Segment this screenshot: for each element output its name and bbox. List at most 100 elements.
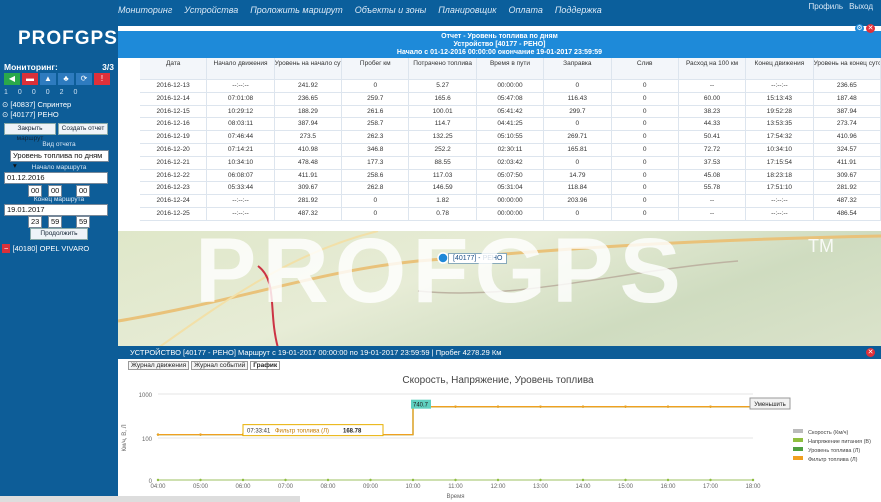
x-tick-label: 09:00 <box>363 484 379 490</box>
data-point <box>156 433 160 436</box>
table-cell: 258.6 <box>342 169 410 182</box>
data-point <box>156 478 160 482</box>
end-date-input[interactable]: 19.01.2017 <box>4 204 108 216</box>
profile-link[interactable]: Профиль <box>809 2 844 11</box>
chart-svg[interactable]: Скорость, Напряжение, Уровень топлива 100… <box>118 372 881 500</box>
table-cell: 0 <box>342 207 410 220</box>
menu-zones[interactable]: Объекты и зоны <box>355 5 427 15</box>
y-tick-label: 1000 <box>139 393 153 399</box>
legend-swatch <box>793 429 803 433</box>
data-point <box>199 478 202 482</box>
table-cell: 2016-12-24 <box>140 195 208 207</box>
table-cell: --:--:-- <box>746 80 814 92</box>
table-cell: 10:34:10 <box>746 143 814 156</box>
report-type-select[interactable]: Уровень топлива по дням ▾ <box>10 150 109 170</box>
table-cell: 0 <box>544 80 612 92</box>
fuel-chart[interactable]: Скорость, Напряжение, Уровень топлива 100… <box>118 372 881 502</box>
table-row: 2016-12-22 06:08:07 411.91 258.6 117.03 05:07… <box>140 169 881 183</box>
table-cell: 2016-12-13 <box>140 80 208 92</box>
left-panel: PROFGPS Мониторинг: 3/3 ◀ ▬ ▲ ♣ ⟳ ! 1 0 … <box>0 0 118 502</box>
table-cell: 236.65 <box>814 80 881 92</box>
column-header: Начало движения <box>207 58 275 79</box>
chart-title: Скорость, Напряжение, Уровень топлива <box>402 375 594 386</box>
vehicle-item-opel[interactable]: − [40180] OPEL VIVARO <box>2 244 89 253</box>
table-cell: 2016-12-15 <box>140 105 208 118</box>
close-chart-icon[interactable]: ✕ <box>866 348 875 357</box>
table-cell: 262.3 <box>342 131 410 143</box>
hide-route-button[interactable]: Закрыть маршрут <box>4 123 56 142</box>
table-cell: 410.96 <box>814 131 881 143</box>
menu-planner[interactable]: Планировщик <box>438 5 496 15</box>
vehicle-marker-label[interactable]: [40177] - РЕНО <box>448 253 508 264</box>
table-cell: 165.6 <box>409 92 477 105</box>
tab-graph[interactable]: График <box>250 361 281 370</box>
column-header: Пробег км <box>342 58 410 79</box>
menu-devices[interactable]: Устройства <box>184 5 238 15</box>
vehicle-item-sprinter[interactable]: ⊙ [40837] Спринтер <box>2 100 71 109</box>
column-header: Конец движения <box>746 58 814 79</box>
table-cell: 411.91 <box>275 169 343 182</box>
data-point <box>241 478 245 482</box>
counter: 0 <box>45 89 50 96</box>
data-point <box>539 478 542 482</box>
tab-events-log[interactable]: Журнал событий <box>191 361 249 370</box>
table-cell: 0 <box>342 195 410 207</box>
table-cell: --:--:-- <box>207 195 275 207</box>
x-axis-label: Время <box>446 494 464 500</box>
settings-icon[interactable]: ⚙ <box>855 24 864 33</box>
report-device[interactable]: Устройство [40177 - РЕНО] <box>118 41 881 49</box>
data-point <box>284 478 287 482</box>
table-cell: 14.79 <box>544 169 612 182</box>
group-filter-icon[interactable]: ♣ <box>58 73 74 85</box>
alarm-icon[interactable]: ! <box>94 73 110 85</box>
table-cell: 0 <box>544 207 612 220</box>
table-cell: 2016-12-25 <box>140 207 208 220</box>
stopped-filter-icon[interactable]: ▬ <box>22 73 38 85</box>
table-cell: 05:41:42 <box>477 105 545 118</box>
tab-movement-log[interactable]: Журнал движения <box>128 361 190 370</box>
table-cell: 37.53 <box>679 156 747 169</box>
table-cell: 346.8 <box>342 143 410 156</box>
menu-support[interactable]: Поддержка <box>555 5 602 15</box>
start-date-input[interactable]: 01.12.2016 <box>4 172 108 184</box>
menu-payment[interactable]: Оплата <box>508 5 542 15</box>
continue-button[interactable]: Продолжить <box>30 228 88 240</box>
remove-icon[interactable]: − <box>2 244 11 253</box>
end-sec-input[interactable]: 59 <box>76 216 90 228</box>
table-cell: 2016-12-20 <box>140 143 208 156</box>
table-cell: 05:31:04 <box>477 182 545 195</box>
table-cell: 19:52:28 <box>746 105 814 118</box>
moving-filter-icon[interactable]: ◀ <box>4 73 20 85</box>
table-cell: 04:41:25 <box>477 118 545 131</box>
table-cell: 0 <box>544 156 612 169</box>
y-tick-label: 100 <box>142 437 153 443</box>
map-view[interactable]: [40177] - РЕНО <box>118 231 881 348</box>
create-report-button[interactable]: Создать отчет <box>58 123 108 135</box>
table-cell: 241.92 <box>275 80 343 92</box>
signal-filter-icon[interactable]: ▲ <box>40 73 56 85</box>
table-cell: 60.00 <box>679 92 747 105</box>
report-panel: Отчет - Уровень топлива по дням Устройст… <box>118 31 881 231</box>
table-cell: 236.65 <box>275 92 343 105</box>
end-hour-input[interactable]: 23 <box>28 216 42 228</box>
table-row: 2016-12-14 07:01:08 236.65 259.7 165.6 05:47:… <box>140 92 881 106</box>
table-row: 2016-12-24 --:--:-- 281.92 0 1.82 00:00:00 203… <box>140 195 881 208</box>
x-tick-label: 06:00 <box>235 484 251 490</box>
data-point <box>709 405 712 408</box>
x-tick-label: 10:00 <box>405 484 421 490</box>
vehicle-item-reno[interactable]: ⊙ [40177] РЕНО <box>2 110 59 119</box>
refresh-icon[interactable]: ⟳ <box>76 73 92 85</box>
logout-link[interactable]: Выход <box>849 2 873 11</box>
menu-route[interactable]: Проложить маршрут <box>250 5 343 15</box>
end-min-input[interactable]: 59 <box>48 216 62 228</box>
table-cell: 281.92 <box>814 182 881 195</box>
close-icon[interactable]: ✕ <box>866 24 875 33</box>
table-cell: 05:10:55 <box>477 131 545 143</box>
table-cell: 2016-12-23 <box>140 182 208 195</box>
x-tick-label: 17:00 <box>703 484 719 490</box>
data-point <box>496 478 500 482</box>
column-header: Заправка <box>544 58 612 79</box>
menu-monitoring[interactable]: Мониторинг <box>118 5 172 15</box>
data-point <box>751 478 755 482</box>
x-tick-label: 11:00 <box>448 484 463 490</box>
